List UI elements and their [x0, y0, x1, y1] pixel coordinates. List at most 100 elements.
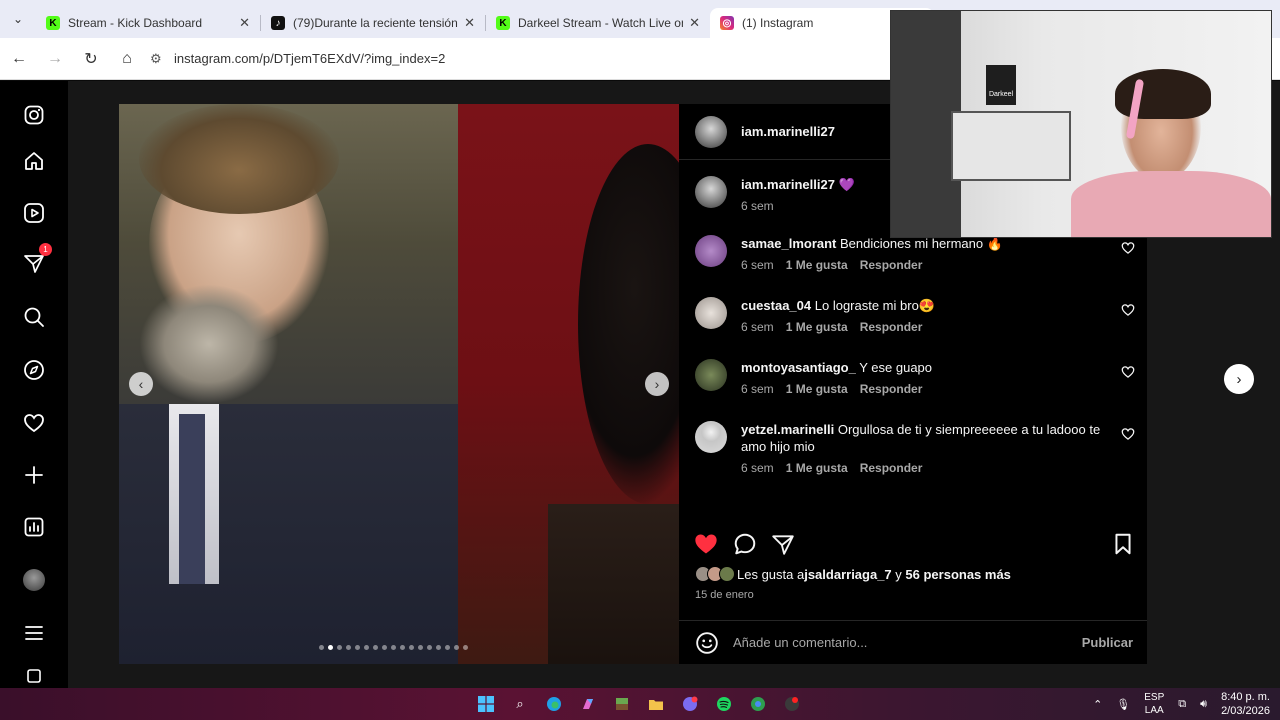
webcam-poster: Darkeel — [986, 65, 1016, 105]
tab-search-menu-icon[interactable]: ⌄ — [0, 0, 36, 38]
instagram-logo-icon[interactable] — [22, 103, 46, 127]
tab-kick-dashboard[interactable]: K Stream - Kick Dashboard ✕ — [36, 8, 260, 38]
forward-icon[interactable]: → — [38, 42, 72, 76]
minecraft-icon[interactable] — [612, 694, 632, 714]
post-media-carousel[interactable]: ‹ › — [119, 104, 679, 664]
comment-time[interactable]: 6 sem — [741, 257, 774, 274]
start-icon[interactable] — [476, 694, 496, 714]
tab-title: (79)Durante la reciente tensión — [293, 16, 458, 30]
messages-icon[interactable]: 1 — [22, 243, 52, 275]
input-language[interactable]: ESP LAA — [1144, 691, 1164, 717]
caption-text: 💜 — [838, 177, 855, 192]
close-tab-icon[interactable]: ✕ — [464, 15, 475, 31]
back-icon[interactable]: ← — [2, 42, 36, 76]
carousel-dot — [436, 645, 441, 650]
comment-username[interactable]: cuestaa_04 — [741, 298, 811, 313]
comment-time[interactable]: 6 sem — [741, 460, 774, 477]
tab-title: Stream - Kick Dashboard — [68, 16, 203, 30]
like-comment-icon[interactable] — [1121, 303, 1135, 317]
carousel-dot — [454, 645, 459, 650]
caption-avatar[interactable] — [695, 176, 727, 208]
network-icon[interactable]: ⧉ — [1178, 698, 1186, 711]
notifications-icon[interactable] — [22, 411, 46, 435]
volume-icon[interactable]: 🔊︎ — [1200, 698, 1207, 711]
like-comment-icon[interactable] — [1121, 427, 1135, 441]
comment-likes[interactable]: 1 Me gusta — [786, 460, 848, 477]
author-avatar[interactable] — [695, 115, 727, 148]
home-icon[interactable]: ⌂ — [110, 42, 144, 76]
edge-icon[interactable] — [544, 694, 564, 714]
address-bar[interactable]: ⚙ instagram.com/p/DTjemT6EXdV/?img_index… — [150, 43, 445, 75]
close-tab-icon[interactable]: ✕ — [239, 15, 250, 31]
likes-summary[interactable]: Les gusta a jsaldarriaga_7 y 56 personas… — [695, 566, 1011, 582]
microphone-icon[interactable]: 🎙︎ — [1116, 698, 1130, 711]
obs-icon[interactable] — [782, 694, 802, 714]
next-post-icon[interactable]: › — [1224, 364, 1254, 394]
tab-tiktok[interactable]: ♪ (79)Durante la reciente tensión ✕ — [261, 8, 485, 38]
comment-item: montoyasantiago_ Y ese guapo 6 sem 1 Me g… — [695, 359, 1135, 398]
copilot-icon[interactable] — [578, 694, 598, 714]
reply-button[interactable]: Responder — [860, 460, 923, 477]
liker-avatars — [695, 566, 735, 582]
clock[interactable]: 8:40 p. m. 2/03/2026 — [1221, 690, 1270, 718]
reply-button[interactable]: Responder — [860, 319, 923, 336]
comment-likes[interactable]: 1 Me gusta — [786, 319, 848, 336]
search-icon[interactable] — [22, 305, 46, 329]
commenter-avatar[interactable] — [695, 421, 727, 453]
carousel-dot — [328, 645, 333, 650]
discord-icon[interactable] — [680, 694, 700, 714]
commenter-avatar[interactable] — [695, 235, 727, 267]
carousel-prev-icon[interactable]: ‹ — [129, 372, 153, 396]
commenter-avatar[interactable] — [695, 297, 727, 329]
caption-username[interactable]: iam.marinelli27 — [741, 177, 835, 192]
also-from-meta-icon[interactable] — [22, 669, 46, 683]
reply-button[interactable]: Responder — [860, 257, 923, 274]
author-username[interactable]: iam.marinelli27 — [741, 124, 835, 139]
caption-time[interactable]: 6 sem — [741, 198, 774, 215]
like-comment-icon[interactable] — [1121, 241, 1135, 255]
comment-username[interactable]: samae_lmorant — [741, 236, 836, 251]
comment-time[interactable]: 6 sem — [741, 381, 774, 398]
file-explorer-icon[interactable] — [646, 694, 666, 714]
reels-icon[interactable] — [22, 201, 46, 225]
comment-time[interactable]: 6 sem — [741, 319, 774, 336]
share-icon[interactable] — [771, 532, 795, 556]
home-icon[interactable] — [22, 149, 46, 173]
commenter-avatar[interactable] — [695, 359, 727, 391]
comment-username[interactable]: yetzel.marinelli — [741, 422, 834, 437]
reply-button[interactable]: Responder — [860, 381, 923, 398]
more-icon[interactable] — [22, 621, 46, 645]
publish-button[interactable]: Publicar — [1082, 635, 1133, 650]
reload-icon[interactable]: ↻ — [74, 42, 108, 76]
save-bookmark-icon[interactable] — [1111, 532, 1135, 556]
site-info-icon[interactable]: ⚙ — [150, 51, 174, 67]
comment-text: Bendiciones mi hermano 🔥 — [840, 236, 1003, 251]
spotify-icon[interactable] — [714, 694, 734, 714]
chrome-icon[interactable] — [748, 694, 768, 714]
likes-others[interactable]: 56 personas más — [905, 567, 1011, 582]
dashboard-icon[interactable] — [22, 515, 46, 539]
explore-icon[interactable] — [22, 358, 46, 382]
like-post-icon[interactable] — [693, 531, 719, 557]
comment-input[interactable]: Añade un comentario... — [733, 635, 1082, 650]
windows-taskbar: ⌕ ⌃ 🎙︎ ESP LAA ⧉ 🔊︎ 8:40 p. m. 2/03/2026 — [0, 688, 1280, 720]
carousel-dot — [418, 645, 423, 650]
comment-username[interactable]: montoyasantiago_ — [741, 360, 856, 375]
search-icon[interactable]: ⌕ — [510, 694, 530, 714]
post-date[interactable]: 15 de enero — [695, 589, 754, 601]
carousel-dot — [346, 645, 351, 650]
emoji-icon[interactable] — [695, 631, 719, 655]
comment-text: Lo lograste mi bro😍 — [814, 298, 935, 313]
likes-user[interactable]: jsaldarriaga_7 — [804, 567, 891, 582]
language-code: ESP — [1144, 692, 1165, 703]
comment-likes[interactable]: 1 Me gusta — [786, 257, 848, 274]
create-icon[interactable] — [22, 463, 46, 487]
tab-darkeel-stream[interactable]: K Darkeel Stream - Watch Live on ✕ — [486, 8, 710, 38]
profile-icon[interactable] — [22, 568, 46, 592]
comment-likes[interactable]: 1 Me gusta — [786, 381, 848, 398]
close-tab-icon[interactable]: ✕ — [689, 15, 700, 31]
show-hidden-icons-icon[interactable]: ⌃ — [1093, 698, 1102, 711]
like-comment-icon[interactable] — [1121, 365, 1135, 379]
carousel-next-icon[interactable]: › — [645, 372, 669, 396]
comment-icon[interactable] — [733, 532, 757, 556]
